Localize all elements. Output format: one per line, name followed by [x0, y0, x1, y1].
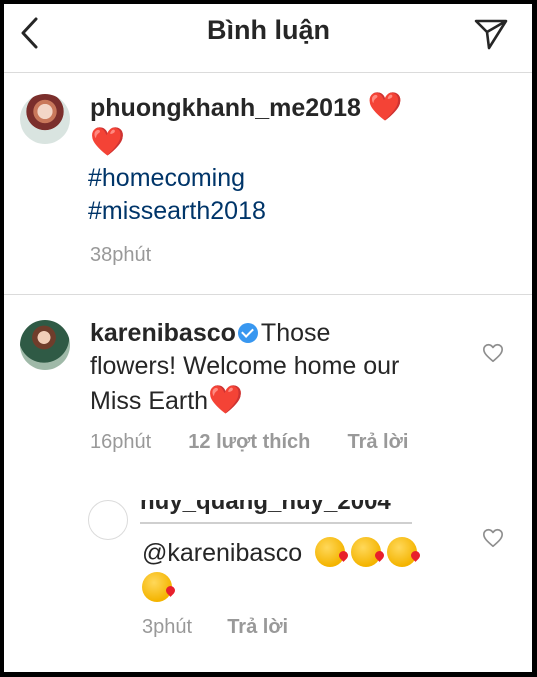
heart-emoji: ❤️ — [367, 91, 403, 122]
send-icon — [474, 19, 508, 50]
comment-text: Those — [260, 319, 331, 347]
heart-outline-icon — [483, 528, 503, 548]
face-throwing-kiss-icon — [315, 537, 346, 567]
like-comment-button[interactable] — [482, 527, 504, 549]
reply-line-1: @karenibasco — [142, 537, 423, 570]
reply-line-2 — [142, 572, 178, 605]
comment-line-1: karenibasco Those — [90, 317, 330, 350]
avatar[interactable] — [20, 94, 70, 144]
avatar[interactable] — [20, 320, 70, 370]
page-title: Bình luận — [207, 15, 330, 45]
reply-timestamp: 3phút — [142, 616, 193, 638]
caption-hashtags: #homecoming #missearth2018 — [88, 162, 266, 228]
share-button[interactable] — [473, 15, 509, 51]
likes-count[interactable]: 12 lượt thích — [188, 431, 310, 453]
hashtag-link[interactable]: #missearth2018 — [88, 197, 266, 225]
mention-link[interactable]: @karenibasco — [142, 539, 302, 567]
comment-text: Miss Earth — [90, 387, 209, 415]
divider — [140, 522, 412, 524]
comment-text: flowers! Welcome home our — [90, 352, 400, 380]
face-throwing-kiss-icon — [351, 537, 382, 567]
avatar[interactable] — [88, 500, 128, 540]
heart-outline-icon — [483, 343, 503, 363]
header: Bình luận — [0, 0, 537, 73]
post-timestamp: 38phút — [90, 244, 152, 266]
reply-button[interactable]: Trả lời — [347, 431, 408, 453]
caption-line-1: phuongkhanh_me2018 ❤️ ❤️ — [90, 90, 403, 160]
reply-username-text: huy_quang_huy_2004 — [140, 500, 391, 515]
post-caption: phuongkhanh_me2018 ❤️ ❤️ #homecoming #mi… — [0, 72, 537, 295]
heart-emoji: ❤️ — [90, 126, 125, 157]
like-comment-button[interactable] — [482, 342, 504, 364]
comment-line-3: Miss Earth❤️ — [90, 383, 243, 418]
verified-badge-icon — [237, 323, 258, 343]
reply-meta: 3phút Trả lời — [142, 616, 288, 639]
comment-username[interactable]: karenibasco — [90, 319, 236, 347]
comment-meta: 16phút 12 lượt thích Trả lời — [90, 431, 408, 454]
post-username[interactable]: phuongkhanh_me2018 — [90, 94, 361, 122]
heart-emoji: ❤️ — [208, 384, 243, 415]
comment-timestamp: 16phút — [90, 431, 152, 453]
face-throwing-kiss-icon — [387, 537, 418, 567]
face-throwing-kiss-icon — [142, 572, 172, 602]
hashtag-link[interactable]: #homecoming — [88, 164, 245, 192]
reply-button[interactable]: Trả lời — [227, 616, 288, 638]
